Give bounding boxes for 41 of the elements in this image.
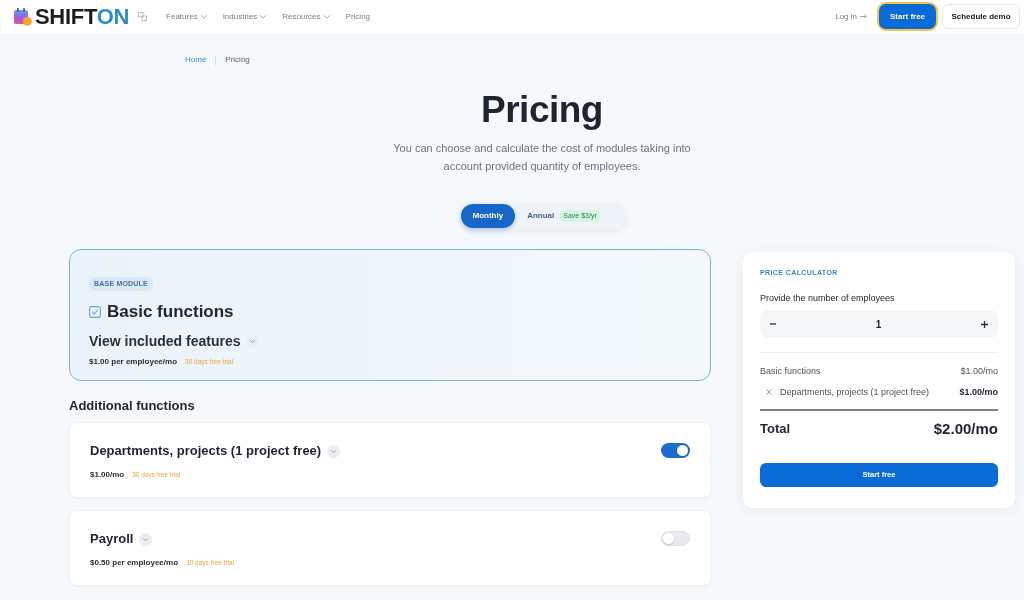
logo-wordmark[interactable]: SHIFTON <box>35 5 130 28</box>
nav-link[interactable]: Pricing <box>345 11 371 22</box>
total-label: Total <box>760 421 791 437</box>
line-item-name: Basic functions <box>760 365 821 377</box>
login-link[interactable]: Log in <box>835 11 867 22</box>
minus-icon[interactable] <box>770 323 776 325</box>
close-icon[interactable] <box>766 389 772 395</box>
billing-tab[interactable]: Monthly <box>460 204 516 228</box>
total-amount: $2.00/mo <box>933 421 998 437</box>
breadcrumb-current: Pricing <box>225 55 250 65</box>
module-title: Payroll <box>90 531 134 547</box>
line-item-name: Departments, projects (1 project free) <box>780 386 930 398</box>
line-item-amount: $1.00/mo <box>959 386 998 398</box>
chevron-down-icon[interactable] <box>139 532 153 546</box>
arrow-right-icon <box>860 14 867 19</box>
chevron-down-icon[interactable] <box>327 444 341 458</box>
page-subtitle: You can choose and calculate the cost of modules taking into account provided quantity of employees. <box>392 141 692 174</box>
start-free-button[interactable]: Start free <box>879 4 936 29</box>
schedule-demo-button[interactable]: Schedule demo <box>942 4 1020 29</box>
line-item-amount: $1.00/mo <box>960 365 998 377</box>
nav-link[interactable]: Industries <box>222 11 267 22</box>
section-heading: Additional functions <box>69 398 196 414</box>
module-price: $0.50 per employee/mo <box>90 558 179 568</box>
module-title: Basic functions <box>107 302 234 322</box>
employee-count-field[interactable]: 1 <box>760 310 998 338</box>
features-expander[interactable]: View included features <box>89 332 260 350</box>
page-title: Pricing <box>480 88 604 132</box>
breadcrumb-link[interactable]: Home <box>185 55 207 65</box>
toggle-switch[interactable] <box>661 531 690 546</box>
squares-icon[interactable] <box>138 12 148 21</box>
module-price: $1.00 per employee/mo <box>89 357 178 367</box>
nav-link[interactable]: Resources <box>282 11 330 22</box>
plus-icon[interactable] <box>981 320 988 328</box>
nav-link[interactable]: Features <box>166 11 207 22</box>
chevron-down-icon[interactable] <box>246 334 260 348</box>
checkbox-icon <box>89 306 101 318</box>
module-title: Departments, projects (1 project free) <box>90 443 322 459</box>
toggle-switch[interactable] <box>661 443 690 458</box>
employees-label: Provide the number of employees <box>760 292 896 304</box>
module-price: $1.00/mo <box>90 470 125 480</box>
calendar-logo-icon <box>14 7 32 26</box>
